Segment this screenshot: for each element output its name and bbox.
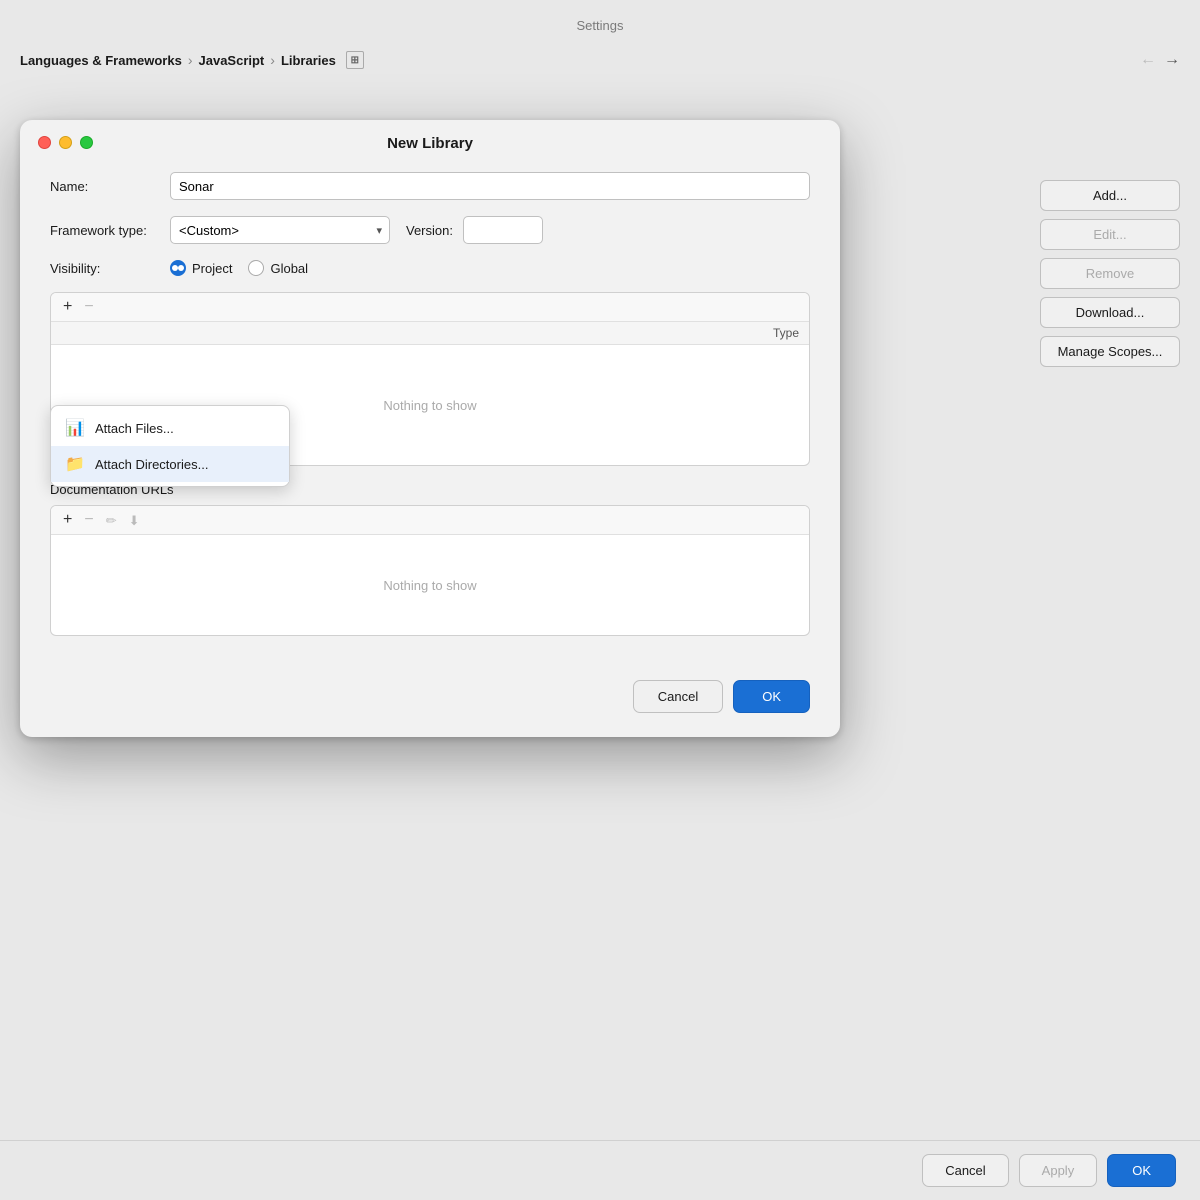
visibility-project-radio[interactable]: Project [170,260,232,276]
edit-button[interactable]: Edit... [1040,219,1180,250]
visibility-radio-group: Project Global [170,260,308,276]
settings-apply-button[interactable]: Apply [1019,1154,1098,1187]
name-row: Name: [50,172,810,200]
project-radio-label: Project [192,261,232,276]
breadcrumb-sep1: › [188,52,193,68]
settings-title: Settings [0,0,1200,43]
settings-cancel-button[interactable]: Cancel [922,1154,1008,1187]
name-label: Name: [50,179,170,194]
bottom-bar: Cancel Apply OK [0,1140,1200,1200]
global-radio-circle [248,260,264,276]
breadcrumb: Languages & Frameworks › JavaScript › Li… [0,43,1200,81]
version-label: Version: [406,223,453,238]
project-radio-circle [170,260,186,276]
doc-toolbar: + − ✏ ⬇ [51,506,809,535]
attach-files-icon: 📊 [65,418,85,438]
attach-dropdown: 📊 Attach Files... 📁 Attach Directories..… [50,405,290,487]
files-header: Type [51,322,809,345]
maximize-window-button[interactable] [80,136,93,149]
nav-forward-arrow[interactable]: → [1164,51,1180,69]
nav-back-arrow[interactable]: ← [1140,51,1156,69]
dialog-title: New Library [20,135,840,152]
attach-directories-icon: 📁 [65,454,85,474]
attach-files-label: Attach Files... [95,421,174,436]
global-radio-label: Global [270,261,308,276]
files-remove-button[interactable]: − [82,299,95,315]
attach-directories-label: Attach Directories... [95,457,208,472]
manage-scopes-button[interactable]: Manage Scopes... [1040,336,1180,367]
doc-add-button[interactable]: + [61,512,74,528]
framework-select-wrapper: <Custom> [170,216,390,244]
modal-footer: Cancel OK [20,680,840,737]
framework-row: Framework type: <Custom> Version: [50,216,810,244]
doc-remove-button[interactable]: − [82,512,95,528]
files-add-button[interactable]: + [61,299,74,315]
remove-button[interactable]: Remove [1040,258,1180,289]
dialog-ok-button[interactable]: OK [733,680,810,713]
visibility-label: Visibility: [50,261,170,276]
version-input[interactable] [463,216,543,244]
type-column-header: Type [719,326,799,340]
doc-empty-message: Nothing to show [51,535,809,635]
visibility-row: Visibility: Project Global [50,260,810,276]
breadcrumb-libraries[interactable]: Libraries [281,53,336,68]
nav-arrows: ← → [1140,51,1180,69]
doc-edit-button[interactable]: ✏ [104,514,119,527]
attach-directories-item[interactable]: 📁 Attach Directories... [51,446,289,482]
download-button[interactable]: Download... [1040,297,1180,328]
doc-urls-area: + − ✏ ⬇ Nothing to show [50,505,810,636]
doc-download-button[interactable]: ⬇ [127,514,142,527]
files-toolbar: + − [51,293,809,322]
close-window-button[interactable] [38,136,51,149]
name-input[interactable] [170,172,810,200]
settings-ok-button[interactable]: OK [1107,1154,1176,1187]
breadcrumb-languages[interactable]: Languages & Frameworks [20,53,182,68]
framework-select[interactable]: <Custom> [170,216,390,244]
right-panel: Add... Edit... Remove Download... Manage… [1040,180,1180,367]
minimize-window-button[interactable] [59,136,72,149]
attach-files-item[interactable]: 📊 Attach Files... [51,410,289,446]
breadcrumb-javascript[interactable]: JavaScript [199,53,265,68]
visibility-global-radio[interactable]: Global [248,260,308,276]
breadcrumb-sep2: › [270,52,275,68]
add-button[interactable]: Add... [1040,180,1180,211]
layout-icon[interactable]: ⊞ [346,51,364,69]
framework-label: Framework type: [50,223,170,238]
dialog-cancel-button[interactable]: Cancel [633,680,723,713]
